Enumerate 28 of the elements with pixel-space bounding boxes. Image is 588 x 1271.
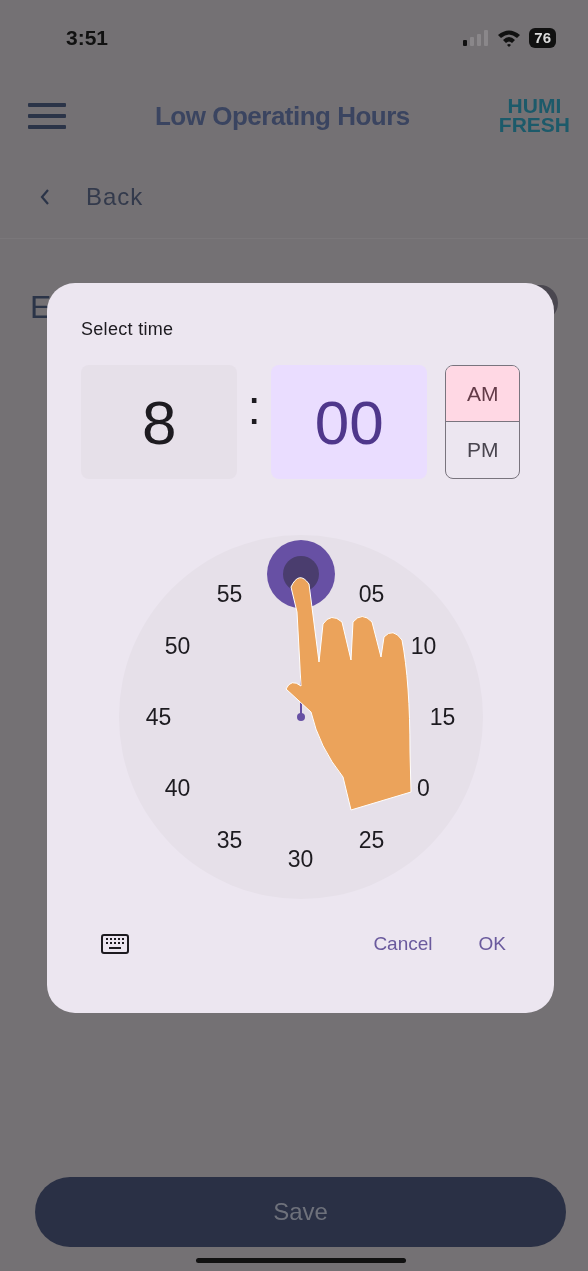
menu-icon[interactable] (28, 103, 66, 129)
page-title: Low Operating Hours (154, 100, 411, 132)
keyboard-icon[interactable] (101, 934, 129, 954)
battery-icon: 76 (529, 28, 556, 48)
dial-number[interactable]: 45 (145, 703, 172, 731)
dial-number[interactable]: 10 (410, 632, 437, 660)
dial-number[interactable]: 55 (216, 580, 243, 608)
dial-number[interactable]: 05 (358, 580, 385, 608)
time-separator: : (246, 379, 262, 435)
dial-number[interactable]: 15 (429, 703, 456, 731)
dial-number[interactable]: 0 (417, 774, 430, 802)
status-time: 3:51 (66, 26, 109, 50)
dial-number[interactable]: 30 (287, 845, 314, 873)
dial-number[interactable]: 40 (164, 774, 191, 802)
chevron-left-icon[interactable] (40, 189, 50, 205)
period-toggle[interactable]: AM (446, 366, 519, 422)
dialog-title: Select time (81, 319, 175, 340)
minute-field[interactable]: 00 (271, 365, 428, 479)
hour-field[interactable]: 8 (81, 365, 238, 479)
signal-icon (463, 30, 490, 46)
wifi-icon (497, 29, 522, 47)
period-toggle[interactable]: PM (446, 422, 519, 478)
dial-number[interactable]: 25 (358, 826, 385, 854)
dialog-action-button[interactable]: OK (464, 923, 520, 965)
dialog-action-button[interactable]: Cancel (359, 923, 447, 965)
dial-number[interactable]: 35 (216, 826, 243, 854)
dial-number[interactable]: 50 (164, 632, 191, 660)
brand-logo: HUMI FRESH (498, 97, 570, 135)
